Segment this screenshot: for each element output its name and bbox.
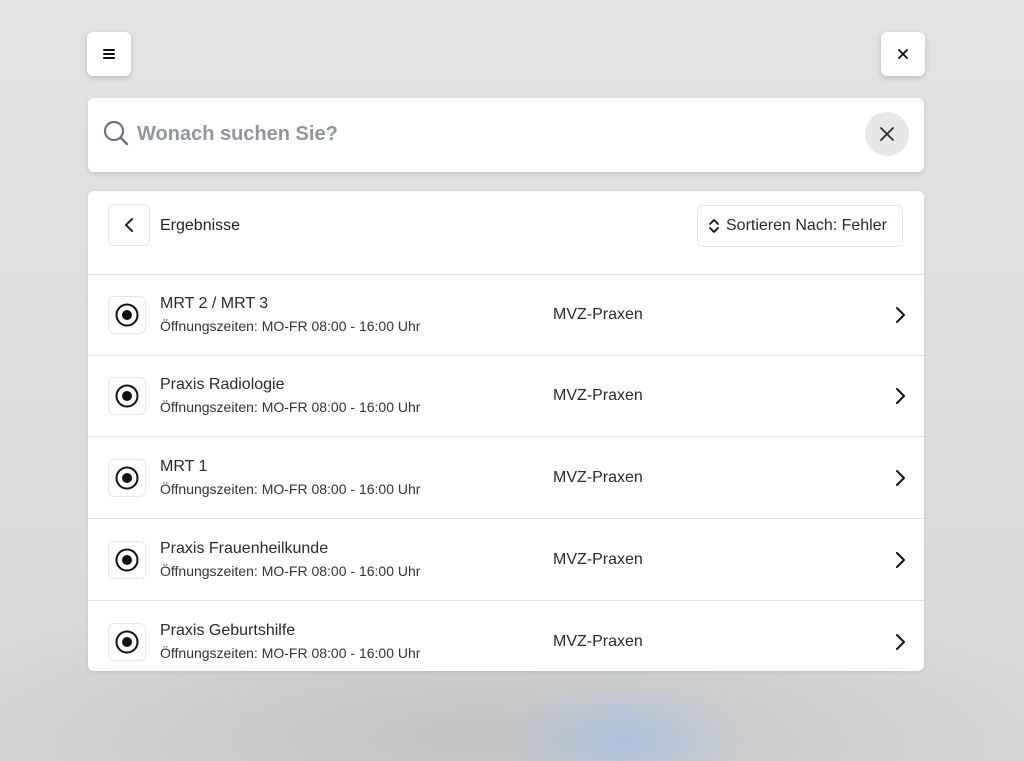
search-input[interactable] [137, 114, 837, 154]
location-target-icon [108, 296, 146, 334]
result-title: Praxis Frauenheilkunde [160, 540, 329, 557]
result-category: MVZ-Praxen [553, 306, 643, 323]
result-row[interactable]: Praxis Radiologie Öffnungszeiten: MO-FR … [88, 356, 924, 437]
result-hours: Öffnungszeiten: MO-FR 08:00 - 16:00 Uhr [160, 481, 421, 497]
back-button[interactable] [108, 204, 150, 246]
result-row[interactable]: Praxis Geburtshilfe Öffnungszeiten: MO-F… [88, 602, 924, 671]
location-target-icon [108, 377, 146, 415]
chevron-right-icon [896, 307, 905, 323]
results-panel: Ergebnisse Sortieren Nach: Fehler MRT 2 … [88, 191, 924, 671]
location-target-icon [108, 541, 146, 579]
result-title: MRT 2 / MRT 3 [160, 295, 269, 312]
result-category: MVZ-Praxen [553, 387, 643, 404]
result-hours: Öffnungszeiten: MO-FR 08:00 - 16:00 Uhr [160, 563, 421, 579]
result-title: MRT 1 [160, 458, 208, 475]
result-category: MVZ-Praxen [553, 633, 643, 650]
hamburger-icon [103, 49, 115, 59]
result-hours: Öffnungszeiten: MO-FR 08:00 - 16:00 Uhr [160, 318, 421, 334]
chevron-left-icon [125, 218, 133, 232]
result-hours: Öffnungszeiten: MO-FR 08:00 - 16:00 Uhr [160, 399, 421, 415]
location-target-icon [108, 459, 146, 497]
results-header: Ergebnisse Sortieren Nach: Fehler [88, 191, 924, 275]
result-category: MVZ-Praxen [553, 469, 643, 486]
close-button[interactable] [881, 32, 925, 76]
results-title: Ergebnisse [160, 217, 241, 234]
chevron-right-icon [896, 470, 905, 486]
menu-button[interactable] [87, 32, 131, 76]
chevron-right-icon [896, 552, 905, 568]
chevron-right-icon [896, 388, 905, 404]
result-row[interactable]: MRT 2 / MRT 3 Öffnungszeiten: MO-FR 08:0… [88, 275, 924, 356]
result-hours: Öffnungszeiten: MO-FR 08:00 - 16:00 Uhr [160, 645, 421, 661]
result-category: MVZ-Praxen [553, 551, 643, 568]
clear-icon [880, 127, 894, 141]
result-row[interactable]: Praxis Frauenheilkunde Öffnungszeiten: M… [88, 520, 924, 601]
result-row[interactable]: MRT 1 Öffnungszeiten: MO-FR 08:00 - 16:0… [88, 438, 924, 519]
chevron-right-icon [896, 634, 905, 650]
sort-icon [709, 219, 719, 233]
result-title: Praxis Radiologie [160, 376, 285, 393]
search-icon [103, 120, 129, 146]
clear-search-button[interactable] [865, 112, 909, 156]
result-title: Praxis Geburtshilfe [160, 622, 296, 639]
close-icon [898, 49, 908, 59]
location-target-icon [108, 623, 146, 661]
sort-label: Sortieren Nach: Fehler [726, 217, 887, 234]
sort-button[interactable]: Sortieren Nach: Fehler [697, 205, 903, 247]
